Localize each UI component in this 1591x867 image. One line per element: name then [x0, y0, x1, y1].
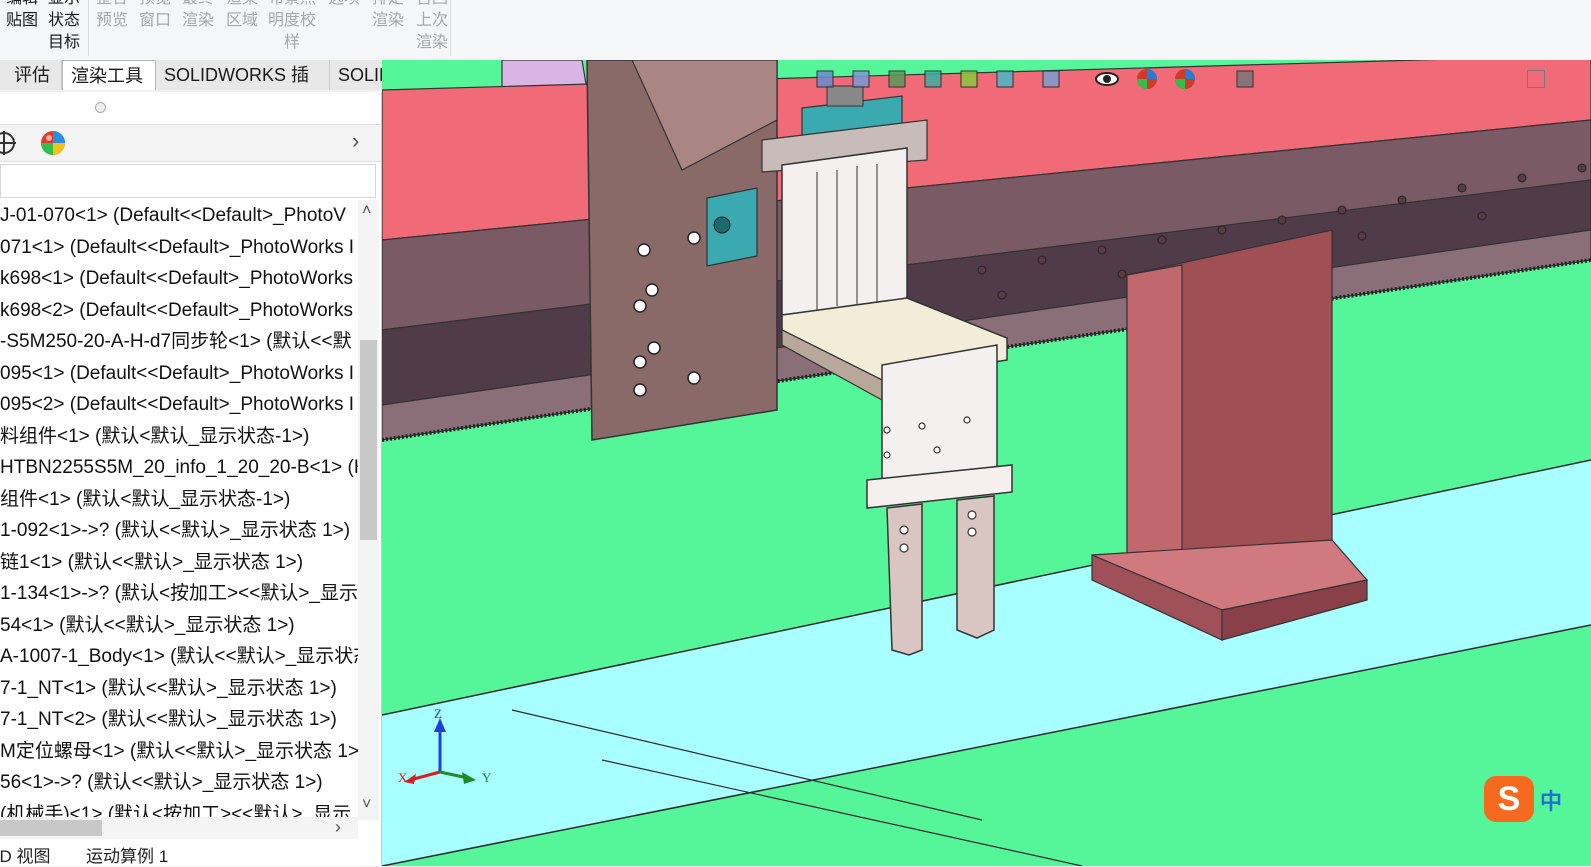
tree-item[interactable]: 1-092<1>->? (默认<<默认>_显示状态 1>)	[0, 515, 358, 546]
tree-item[interactable]: 095<2> (Default<<Default>_PhotoWorks I	[0, 389, 358, 420]
ribbon-group-7[interactable]: 选项	[326, 0, 362, 10]
hide-show-icon[interactable]	[1094, 66, 1120, 92]
triad-x-label: X	[398, 770, 408, 785]
ribbon-group-label: 目标	[47, 34, 80, 51]
ribbon-group-label: 区域	[225, 12, 258, 29]
tree-item[interactable]: 7-1_NT<2> (默认<<默认>_显示状态 1>)	[0, 704, 358, 735]
ribbon-group-label: 窗口	[138, 12, 171, 29]
ribbon-group-label: 最终	[178, 0, 218, 10]
ribbon-group-label: 明度校	[267, 12, 316, 29]
appearance-ball-icon[interactable]	[37, 128, 69, 158]
tree-item[interactable]: -S5M250-20-A-H-d7同步轮<1> (默认<<默	[0, 326, 358, 357]
ribbon-group-0[interactable]: 编辑贴图	[0, 0, 44, 32]
sogou-logo: S	[1484, 776, 1534, 822]
chevron-down-icon[interactable]: ˅	[362, 796, 371, 814]
ime-mode-label: 中	[1540, 789, 1563, 814]
chevron-right-icon[interactable]: ›	[335, 817, 341, 838]
ribbon-group-3[interactable]: 预览窗口	[135, 0, 175, 32]
ribbon-separator	[450, 0, 451, 56]
ribbon-group-5[interactable]: 渲染区域	[222, 0, 262, 32]
ribbon-separator	[88, 0, 89, 56]
tab-3d-view[interactable]: 3D 视图	[0, 842, 50, 867]
vertical-slide	[781, 147, 908, 316]
ribbon-group-4[interactable]: 最终渲染	[178, 0, 218, 32]
tree-horizontal-scrollbar[interactable]: ›	[0, 817, 358, 839]
ribbon-group-label: 样	[283, 34, 300, 51]
ribbon-group-9[interactable]: 召回上次渲染	[412, 0, 452, 54]
section-view-icon[interactable]	[920, 66, 946, 92]
tab-motion-study[interactable]: 运动算例 1	[86, 842, 168, 867]
graphics-area[interactable]: Z X Y S 中	[382, 60, 1591, 866]
tree-item[interactable]: 095<1> (Default<<Default>_PhotoWorks I	[0, 358, 358, 389]
tree-item[interactable]: 料组件<1> (默认<默认_显示状态-1>)	[0, 421, 358, 452]
ribbon-group-1[interactable]: 显示状态目标	[44, 0, 84, 54]
display-style-icon[interactable]	[1038, 66, 1064, 92]
ribbon-group-label: 排定	[368, 0, 408, 10]
tab-1[interactable]: 渲染工具	[62, 60, 156, 90]
ime-indicator[interactable]: S 中	[1484, 776, 1591, 826]
ribbon-group-label: 贴图	[5, 12, 38, 29]
tree-item[interactable]: 54<1> (默认<<默认>_显示状态 1>)	[0, 610, 358, 641]
apply-scene-icon[interactable]	[1172, 66, 1198, 92]
ribbon-group-8[interactable]: 排定渲染	[368, 0, 408, 32]
tree-item[interactable]: J-01-070<1> (Default<<Default>_PhotoV	[0, 200, 358, 231]
tree-filter-input[interactable]	[0, 164, 376, 198]
ribbon-group-6[interactable]: 布景照明度校样	[264, 0, 320, 54]
ribbon-group-label: 召回	[412, 0, 452, 10]
chevron-right-icon[interactable]: ›	[352, 128, 359, 154]
bottom-tabs: 3D 视图 运动算例 1	[0, 840, 381, 866]
tree-item[interactable]: A-1007-1_Body<1> (默认<<默认>_显示状态	[0, 641, 358, 672]
ribbon-group-label: 选项	[326, 0, 362, 10]
ribbon-group-label: 预览	[135, 0, 175, 10]
zoom-to-fit-icon[interactable]	[812, 66, 838, 92]
ribbon-group-label: 整合	[92, 0, 132, 10]
tree-item[interactable]: 1-134<1>->? (默认<按加工><<默认>_显示	[0, 578, 358, 609]
ribbon: 编辑贴图显示状态目标整合预览预览窗口最终渲染渲染区域布景照明度校样选项排定渲染召…	[0, 0, 1591, 61]
triad-y-label: Y	[482, 770, 492, 785]
tree-item[interactable]: 7-1_NT<1> (默认<<默认>_显示状态 1>)	[0, 673, 358, 704]
tree-item[interactable]: 链1<1> (默认<<默认>_显示状态 1>)	[0, 547, 358, 578]
previous-view-icon[interactable]	[884, 66, 910, 92]
tree-item[interactable]: M定位螺母<1> (默认<<默认>_显示状态 1>)	[0, 736, 358, 767]
ribbon-group-label: 布景照	[264, 0, 320, 10]
edit-appearance-icon[interactable]	[1134, 66, 1160, 92]
tab-0[interactable]: 评估	[6, 60, 62, 90]
ribbon-group-label: 渲染	[371, 12, 404, 29]
vertical-scroll-thumb[interactable]	[360, 340, 377, 540]
tree-item[interactable]: k698<1> (Default<<Default>_PhotoWorks	[0, 263, 358, 294]
ribbon-group-label: 渲染	[181, 12, 214, 29]
ribbon-group-label: 渲染	[415, 34, 448, 51]
feature-tree: J-01-070<1> (Default<<Default>_PhotoV 071…	[0, 200, 358, 820]
tree-item[interactable]: k698<2> (Default<<Default>_PhotoWorks	[0, 295, 358, 326]
tab-2[interactable]: SOLIDWORKS 插件	[156, 60, 330, 115]
heads-up-view-toolbar	[812, 64, 1282, 98]
chevron-up-icon[interactable]: ˄	[362, 202, 371, 220]
restore-view-icon[interactable]	[1527, 70, 1545, 88]
dynamic-annotation-icon[interactable]	[956, 66, 982, 92]
ribbon-group-label: 上次	[415, 12, 448, 29]
cad-model-view[interactable]	[382, 60, 1591, 866]
zoom-area-icon[interactable]	[848, 66, 874, 92]
ribbon-group-label: 显示	[44, 0, 84, 10]
triad-z-label: Z	[434, 706, 442, 721]
tree-item[interactable]: HTBN2255S5M_20_info_1_20_20-B<1> (H	[0, 452, 358, 483]
feature-manager-panel: › J-01-070<1> (Default<<Default>_PhotoV 0…	[0, 92, 382, 866]
horizontal-scroll-thumb[interactable]	[0, 820, 102, 836]
ribbon-group-2[interactable]: 整合预览	[92, 0, 132, 32]
ribbon-group-label: 状态	[47, 12, 80, 29]
tree-item[interactable]: 组件<1> (默认<默认_显示状态-1>)	[0, 484, 358, 515]
tree-vertical-scrollbar[interactable]: ˄ ˅	[358, 200, 379, 820]
tree-item[interactable]: 56<1>->? (默认<<默认>_显示状态 1>)	[0, 767, 358, 798]
view-settings-icon[interactable]	[1232, 66, 1258, 92]
ribbon-group-label: 渲染	[222, 0, 262, 10]
crosshair-icon[interactable]	[0, 128, 26, 158]
ribbon-group-label: 编辑	[0, 0, 44, 10]
tree-item[interactable]: 071<1> (Default<<Default>_PhotoWorks I	[0, 232, 358, 263]
view-orientation-icon[interactable]	[992, 66, 1018, 92]
orientation-triad: Z X Y	[398, 706, 498, 790]
panel-splitter-handle[interactable]	[95, 102, 106, 113]
panel-toolbar: ›	[0, 124, 381, 162]
ribbon-group-label: 预览	[95, 12, 128, 29]
